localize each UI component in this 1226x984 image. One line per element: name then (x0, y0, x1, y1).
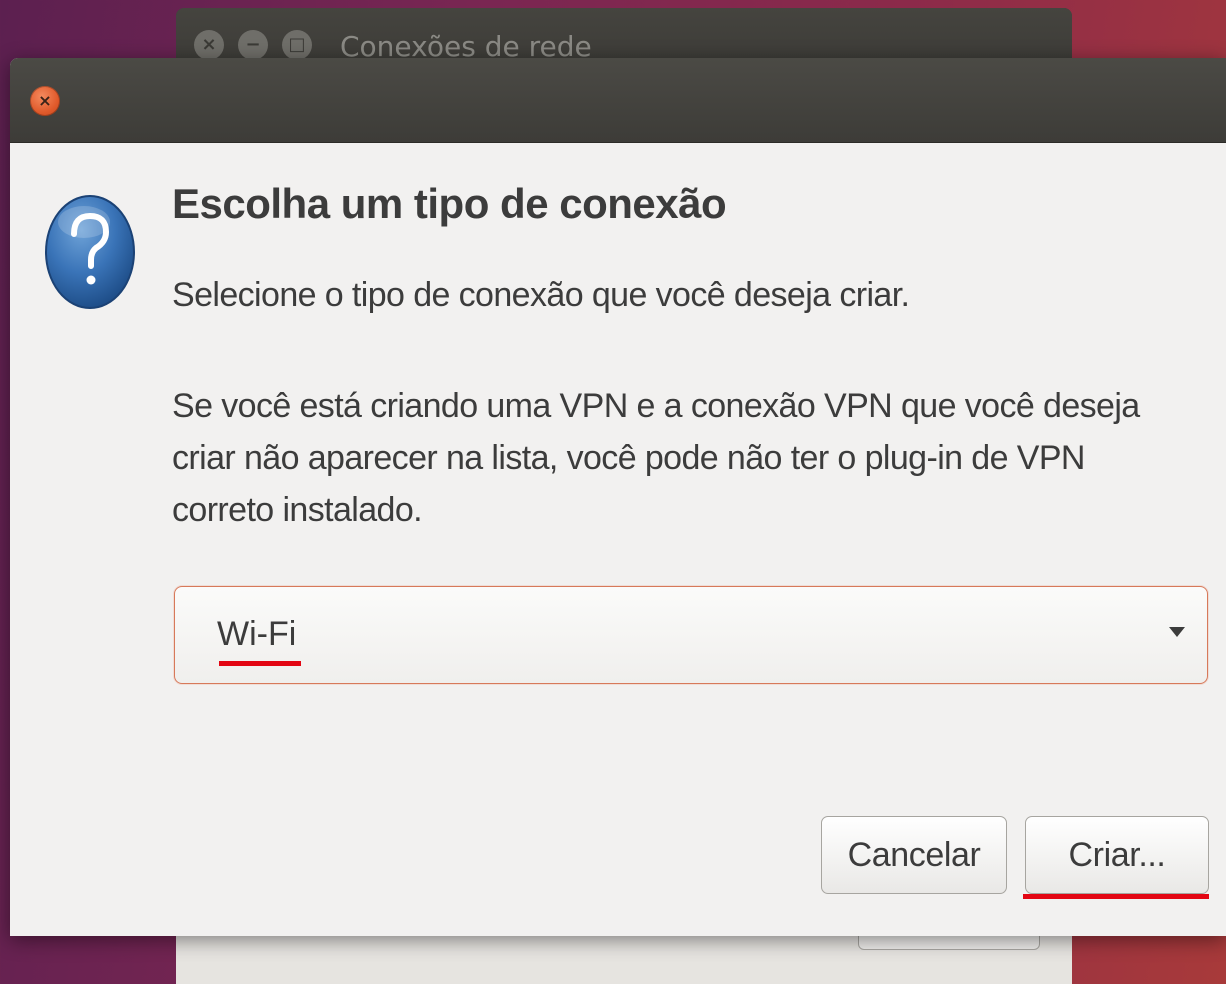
question-icon (45, 195, 135, 309)
bg-maximize-icon[interactable]: □ (282, 30, 312, 60)
connection-type-select[interactable]: Wi-Fi (174, 586, 1208, 684)
connection-type-dialog: × Escolha um tipo de conexão Selecione o… (10, 58, 1226, 936)
cancel-button[interactable]: Cancelar (821, 816, 1007, 894)
selection-highlight-underline (219, 661, 301, 666)
dialog-heading: Escolha um tipo de conexão (172, 180, 727, 227)
vpn-note: Se você está criando uma VPN e a conexão… (172, 387, 1140, 529)
chevron-down-icon[interactable] (1169, 627, 1185, 637)
bg-minimize-icon[interactable]: − (238, 30, 268, 60)
create-button[interactable]: Criar... (1025, 816, 1209, 894)
dialog-titlebar: × (10, 58, 1226, 143)
connection-type-value: Wi-Fi (217, 615, 297, 653)
bg-close-icon[interactable]: × (194, 30, 224, 60)
close-icon[interactable]: × (30, 86, 60, 116)
create-highlight-underline (1023, 894, 1209, 899)
dialog-subtitle: Selecione o tipo de conexão que você des… (172, 276, 910, 314)
